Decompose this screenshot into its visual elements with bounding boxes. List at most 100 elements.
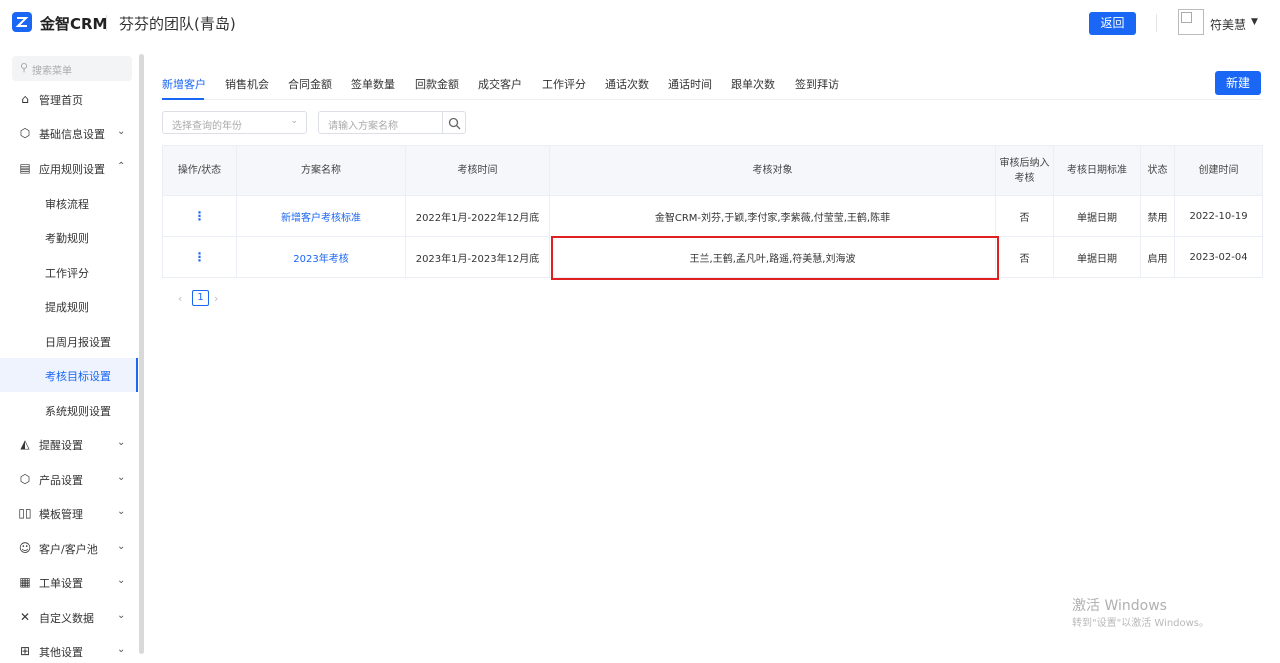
sidebar-item-reminders[interactable]: ◭ 提醒设置 ⌄	[0, 427, 138, 461]
next-page-icon[interactable]: ›	[214, 292, 218, 305]
col-header-review: 审核后纳入考核	[995, 145, 1054, 196]
caret-down-icon[interactable]: ▼	[1251, 17, 1258, 27]
plan-name-input[interactable]: 请输入方案名称	[318, 111, 443, 134]
cell-date-std: 单据日期	[1053, 236, 1141, 278]
tab-payment-amount[interactable]: 回款金额	[415, 76, 459, 92]
row-actions-button[interactable]: ⋮	[162, 236, 237, 278]
tab-call-count[interactable]: 通话次数	[605, 76, 649, 92]
year-select-placeholder: 选择查询的年份	[172, 121, 242, 132]
col-header-status: 状态	[1140, 145, 1175, 196]
sidebar-item-label: 提醒设置	[39, 439, 83, 452]
chevron-down-icon: ⌄	[117, 575, 126, 586]
sidebar-sub-label: 日周月报设置	[45, 336, 111, 349]
sidebar-sub-work-score[interactable]: 工作评分	[0, 255, 138, 289]
year-select[interactable]: 选择查询的年份 ⌄	[162, 111, 307, 134]
activation-watermark-hint: 转到"设置"以激活 Windows。	[1072, 618, 1210, 629]
template-icon: ▯▯	[18, 506, 32, 520]
sidebar-sub-label: 提成规则	[45, 301, 89, 314]
tab-new-customers[interactable]: 新增客户	[162, 76, 206, 92]
cell-created: 2022-10-19	[1174, 195, 1263, 237]
sidebar-item-custom-data[interactable]: ✕ 自定义数据 ⌄	[0, 600, 138, 634]
sidebar-item-label: 模板管理	[39, 508, 83, 521]
sidebar-item-tickets[interactable]: ▦ 工单设置 ⌄	[0, 565, 138, 599]
menu-search-placeholder: 搜索菜单	[32, 66, 72, 77]
plan-name-link[interactable]: 新增客户考核标准	[236, 195, 406, 237]
plan-name-link[interactable]: 2023年考核	[236, 236, 406, 278]
chevron-down-icon: ⌄	[117, 126, 126, 137]
metric-tabs: 新增客户 销售机会 合同金额 签单数量 回款金额 成交客户 工作评分 通话次数 …	[162, 66, 1262, 100]
tools-icon: ✕	[19, 610, 31, 624]
team-name: 芬芬的团队(青岛)	[119, 15, 236, 33]
table-row: ⋮ 新增客户考核标准 2022年1月-2022年12月底 金智CRM-刘芬,于颖…	[162, 195, 1263, 237]
bell-icon: ◭	[20, 437, 30, 451]
page-number-button[interactable]: 1	[192, 290, 209, 306]
avatar[interactable]	[1178, 9, 1204, 35]
cell-created: 2023-02-04	[1174, 236, 1263, 278]
tab-deal-count[interactable]: 签单数量	[351, 76, 395, 92]
sidebar-sub-label: 考核目标设置	[45, 370, 111, 383]
sidebar-item-app-rules[interactable]: ▤ 应用规则设置 ⌃	[0, 151, 138, 185]
menu-search-input[interactable]: ⚲ 搜索菜单	[12, 56, 132, 81]
chevron-down-icon: ⌄	[117, 437, 126, 448]
header-divider	[106, 15, 107, 31]
cube-icon: ⬡	[19, 126, 31, 140]
chevron-down-icon: ⌄	[117, 610, 126, 621]
sidebar-scrollbar[interactable]	[139, 54, 144, 654]
tab-closed-customers[interactable]: 成交客户	[478, 76, 522, 92]
chevron-down-icon: ⌄	[117, 644, 126, 655]
prev-page-icon[interactable]: ‹	[178, 292, 182, 305]
sidebar-item-label: 工单设置	[39, 577, 83, 590]
cell-period: 2023年1月-2023年12月底	[405, 236, 550, 278]
sidebar-sub-label: 系统规则设置	[45, 405, 111, 418]
sidebar-item-home[interactable]: ⌂ 管理首页	[0, 82, 138, 116]
new-button[interactable]: 新建	[1215, 71, 1261, 95]
chevron-down-icon: ⌄	[117, 472, 126, 483]
tab-sales-opportunities[interactable]: 销售机会	[225, 76, 269, 92]
logo	[12, 12, 32, 32]
sidebar-item-customers[interactable]: ☺ 客户/客户池 ⌄	[0, 531, 138, 565]
search-icon: ⚲	[20, 61, 29, 74]
sidebar-item-label: 应用规则设置	[39, 163, 105, 176]
col-header-ops: 操作/状态	[162, 145, 237, 196]
cell-date-std: 单据日期	[1053, 195, 1141, 237]
tab-contract-amount[interactable]: 合同金额	[288, 76, 332, 92]
annotation-highlight-box	[551, 236, 999, 280]
search-icon	[448, 117, 461, 130]
tab-work-score[interactable]: 工作评分	[542, 76, 586, 92]
search-button[interactable]	[442, 111, 466, 134]
tab-followup-count[interactable]: 跟单次数	[731, 76, 775, 92]
sidebar-sub-commission[interactable]: 提成规则	[0, 289, 138, 323]
tab-call-time[interactable]: 通话时间	[668, 76, 712, 92]
sidebar-item-label: 管理首页	[39, 94, 83, 107]
sidebar-sub-system-rules[interactable]: 系统规则设置	[0, 393, 138, 427]
row-actions-button[interactable]: ⋮	[162, 195, 237, 237]
logo-icon	[15, 17, 29, 27]
plan-name-placeholder: 请输入方案名称	[328, 121, 398, 132]
cell-period: 2022年1月-2022年12月底	[405, 195, 550, 237]
product-icon: ⬡	[19, 472, 31, 486]
sidebar-sub-assessment-goals[interactable]: 考核目标设置	[0, 358, 138, 392]
chevron-down-icon: ⌄	[290, 116, 298, 126]
sidebar-sub-review-flow[interactable]: 审核流程	[0, 186, 138, 220]
sidebar-item-products[interactable]: ⬡ 产品设置 ⌄	[0, 462, 138, 496]
cell-status: 启用	[1140, 236, 1175, 278]
cell-review: 否	[995, 236, 1054, 278]
username[interactable]: 符美慧	[1210, 16, 1246, 33]
sidebar: ⚲ 搜索菜单 ⌂ 管理首页 ⬡ 基础信息设置 ⌄ ▤ 应用规则设置 ⌃ 审核流程…	[0, 46, 145, 663]
cell-status: 禁用	[1140, 195, 1175, 237]
home-icon: ⌂	[21, 92, 29, 106]
sidebar-item-templates[interactable]: ▯▯ 模板管理 ⌄	[0, 496, 138, 530]
sidebar-sub-label: 审核流程	[45, 198, 89, 211]
sidebar-sub-label: 考勤规则	[45, 232, 89, 245]
sidebar-item-basic-info[interactable]: ⬡ 基础信息设置 ⌄	[0, 116, 138, 150]
back-button[interactable]: 返回	[1089, 12, 1136, 35]
tab-checkin-visits[interactable]: 签到拜访	[795, 76, 839, 92]
sidebar-item-other[interactable]: ⊞ 其他设置 ⌄	[0, 634, 138, 663]
col-header-created: 创建时间	[1174, 145, 1263, 196]
sidebar-sub-reports[interactable]: 日周月报设置	[0, 324, 138, 358]
cell-targets: 金智CRM-刘芬,于颖,李付家,李紫薇,付莹莹,王鹤,陈菲	[549, 195, 996, 237]
col-header-date-std: 考核日期标准	[1053, 145, 1141, 196]
sidebar-sub-attendance[interactable]: 考勤规则	[0, 220, 138, 254]
ticket-icon: ▦	[19, 575, 31, 589]
cell-review: 否	[995, 195, 1054, 237]
